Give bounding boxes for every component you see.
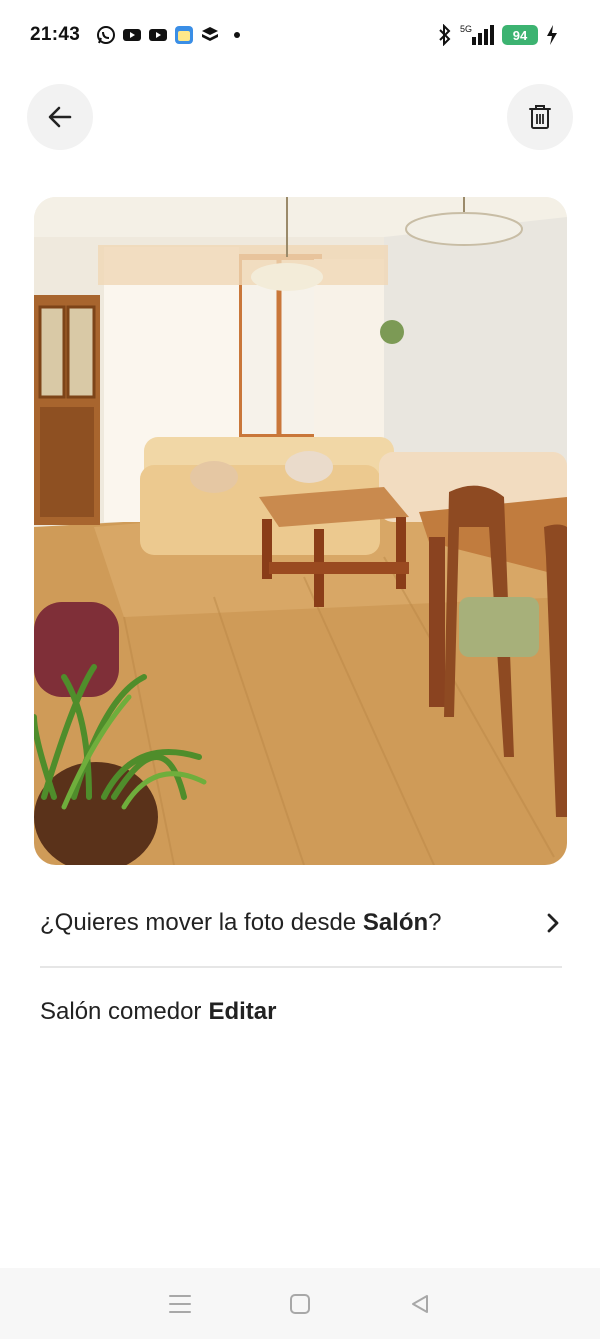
- arrow-left-icon: [48, 106, 72, 128]
- home-icon: [290, 1293, 310, 1314]
- room-row: Salón comedor Editar: [40, 992, 276, 1032]
- calendar-app-icon: [175, 26, 193, 44]
- network-label: 5G: [460, 24, 472, 34]
- chevron-right-icon: [547, 913, 559, 933]
- charging-icon: [547, 25, 557, 45]
- nav-home-button[interactable]: [280, 1284, 320, 1324]
- stack-app-icon: [202, 27, 218, 41]
- trash-icon: [529, 105, 551, 129]
- youtube-icon: [123, 29, 141, 41]
- menu-icon: [169, 1294, 191, 1313]
- room-photo-image: [34, 197, 567, 865]
- move-photo-row[interactable]: ¿Quieres mover la foto desde Salón?: [40, 895, 562, 951]
- notification-icons: [96, 24, 240, 46]
- battery-level: 94: [502, 25, 538, 45]
- bluetooth-icon: [439, 24, 451, 46]
- status-time: 21:43: [30, 24, 81, 45]
- back-icon: [412, 1294, 428, 1313]
- room-photo[interactable]: [34, 197, 567, 865]
- edit-room-link[interactable]: Editar: [208, 998, 276, 1026]
- more-notifications-dot: [234, 32, 240, 38]
- move-photo-room: Salón: [362, 909, 429, 936]
- divider: [40, 966, 562, 968]
- nav-back-button[interactable]: [400, 1284, 440, 1324]
- youtube-icon: [149, 29, 167, 41]
- signal-icon: 5G: [460, 24, 494, 45]
- move-photo-prefix: ¿Quieres mover la foto desde: [40, 909, 363, 936]
- whatsapp-icon: [97, 26, 115, 44]
- move-photo-text: ¿Quieres mover la foto desde Salón?: [40, 909, 442, 937]
- delete-photo-button[interactable]: [507, 84, 573, 150]
- move-photo-suffix: ?: [428, 909, 442, 936]
- system-icons: 5G 94: [438, 22, 558, 48]
- back-button[interactable]: [27, 84, 93, 150]
- room-name: Salón comedor: [40, 998, 202, 1025]
- system-nav-bar: [0, 1268, 600, 1339]
- status-bar: 21:43 5G 94: [0, 0, 600, 70]
- nav-menu-button[interactable]: [160, 1284, 200, 1324]
